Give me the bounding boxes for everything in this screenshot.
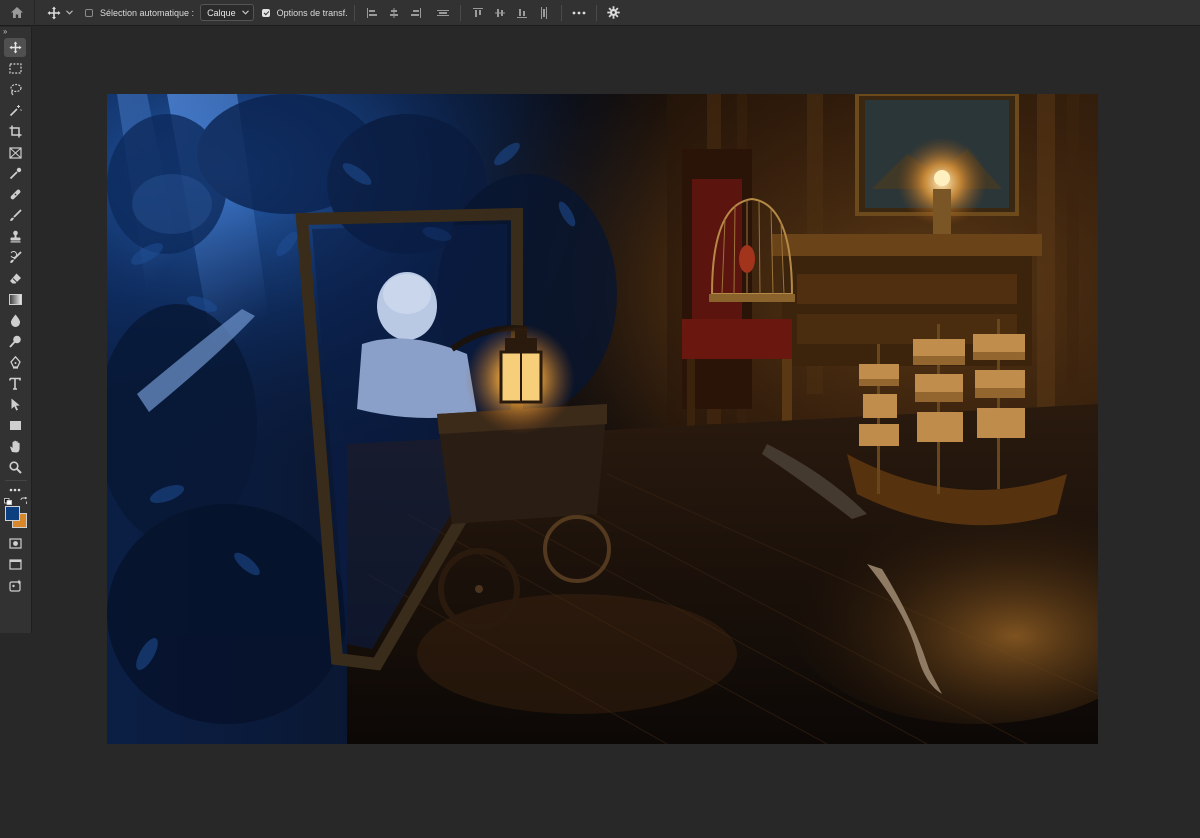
align-bottom-icon bbox=[516, 7, 528, 19]
chevron-down-icon bbox=[66, 10, 73, 15]
zoom-tool[interactable] bbox=[4, 458, 26, 477]
type-icon bbox=[9, 377, 21, 390]
align-vcenter-button[interactable] bbox=[490, 3, 510, 23]
home-icon bbox=[10, 6, 24, 19]
crop-icon bbox=[9, 125, 22, 138]
eraser-icon bbox=[9, 272, 22, 285]
document-canvas[interactable] bbox=[107, 94, 1098, 744]
frame-tool[interactable] bbox=[4, 143, 26, 162]
divider bbox=[459, 4, 461, 21]
clone-stamp-tool[interactable] bbox=[4, 227, 26, 246]
path-selection-tool[interactable] bbox=[4, 395, 26, 414]
screen-mode-icon bbox=[8, 559, 22, 570]
default-colors-icon[interactable] bbox=[4, 498, 13, 505]
distribute-h-icon bbox=[436, 7, 450, 19]
edit-toolbar-button[interactable] bbox=[4, 483, 26, 496]
lasso-tool[interactable] bbox=[4, 80, 26, 99]
magic-wand-tool[interactable] bbox=[4, 101, 26, 120]
move-icon bbox=[8, 41, 22, 54]
distribute-v-button[interactable] bbox=[534, 3, 554, 23]
document-image bbox=[107, 94, 1098, 744]
divider bbox=[595, 4, 597, 21]
auto-select-target-dropdown[interactable]: Calque bbox=[200, 4, 254, 21]
rectangle-icon bbox=[9, 420, 22, 431]
stamp-icon bbox=[9, 230, 22, 243]
pen-icon bbox=[9, 356, 22, 369]
move-icon bbox=[47, 6, 61, 20]
transform-options-label: Options de transf. bbox=[276, 7, 348, 18]
distribute-h-button[interactable] bbox=[433, 3, 453, 23]
auto-select-target-value: Calque bbox=[207, 7, 236, 18]
dodge-tool[interactable] bbox=[4, 332, 26, 351]
divider bbox=[560, 4, 562, 21]
options-bar: Sélection automatique : Calque Options d… bbox=[0, 0, 1200, 26]
history-brush-icon bbox=[9, 251, 22, 264]
collapse-panel-button[interactable]: ›› bbox=[0, 27, 31, 36]
align-left-button[interactable] bbox=[362, 3, 382, 23]
screen-mode-button[interactable] bbox=[4, 555, 26, 574]
quick-mask-icon bbox=[8, 538, 22, 549]
lasso-icon bbox=[9, 83, 22, 96]
tool-preset-picker[interactable] bbox=[47, 0, 73, 26]
marquee-tool[interactable] bbox=[4, 59, 26, 78]
more-options-button[interactable] bbox=[569, 3, 589, 23]
dodge-icon bbox=[8, 335, 22, 348]
color-swatches bbox=[4, 497, 28, 528]
transform-options-checkbox[interactable] bbox=[261, 8, 270, 17]
align-top-button[interactable] bbox=[468, 3, 488, 23]
tools-panel: ›› bbox=[0, 27, 32, 633]
arrow-cursor-icon bbox=[10, 398, 21, 411]
divider bbox=[353, 4, 355, 21]
eyedropper-tool[interactable] bbox=[4, 164, 26, 183]
magic-wand-icon bbox=[9, 104, 22, 117]
magnifier-icon bbox=[8, 461, 22, 474]
healing-brush-icon bbox=[9, 188, 22, 201]
align-vcenter-icon bbox=[494, 7, 506, 19]
align-hcenter-icon bbox=[388, 7, 400, 19]
more-icon bbox=[572, 11, 586, 15]
healing-brush-tool[interactable] bbox=[4, 185, 26, 204]
home-button[interactable] bbox=[0, 0, 35, 26]
align-hcenter-button[interactable] bbox=[384, 3, 404, 23]
auto-select-label: Sélection automatique : bbox=[100, 7, 195, 18]
hand-tool[interactable] bbox=[4, 437, 26, 456]
align-top-icon bbox=[472, 7, 484, 19]
foreground-color-swatch[interactable] bbox=[5, 506, 20, 521]
marquee-icon bbox=[8, 63, 22, 74]
swap-colors-icon[interactable] bbox=[20, 497, 28, 505]
generate-image-icon bbox=[8, 579, 22, 592]
frame-icon bbox=[8, 146, 22, 159]
auto-select-checkbox[interactable] bbox=[85, 8, 93, 17]
crop-tool[interactable] bbox=[4, 122, 26, 141]
divider bbox=[5, 480, 27, 481]
more-icon bbox=[9, 488, 21, 492]
generate-tool[interactable] bbox=[4, 576, 26, 595]
brush-tool[interactable] bbox=[4, 206, 26, 225]
align-right-button[interactable] bbox=[406, 3, 426, 23]
rectangle-tool[interactable] bbox=[4, 416, 26, 435]
eraser-tool[interactable] bbox=[4, 269, 26, 288]
hand-icon bbox=[9, 440, 22, 453]
brush-icon bbox=[9, 209, 22, 222]
blur-tool[interactable] bbox=[4, 311, 26, 330]
chevron-down-icon bbox=[241, 10, 249, 15]
history-brush-tool[interactable] bbox=[4, 248, 26, 267]
droplet-icon bbox=[10, 314, 21, 327]
gradient-icon bbox=[8, 294, 22, 305]
align-left-icon bbox=[366, 7, 378, 19]
settings-button[interactable] bbox=[604, 3, 624, 23]
gear-icon bbox=[607, 6, 620, 19]
type-tool[interactable] bbox=[4, 374, 26, 393]
quick-mask-button[interactable] bbox=[4, 534, 26, 553]
move-tool[interactable] bbox=[4, 38, 26, 57]
gradient-tool[interactable] bbox=[4, 290, 26, 309]
align-bottom-button[interactable] bbox=[512, 3, 532, 23]
eyedropper-icon bbox=[9, 167, 22, 180]
align-right-icon bbox=[410, 7, 422, 19]
distribute-v-icon bbox=[538, 6, 550, 20]
pen-tool[interactable] bbox=[4, 353, 26, 372]
